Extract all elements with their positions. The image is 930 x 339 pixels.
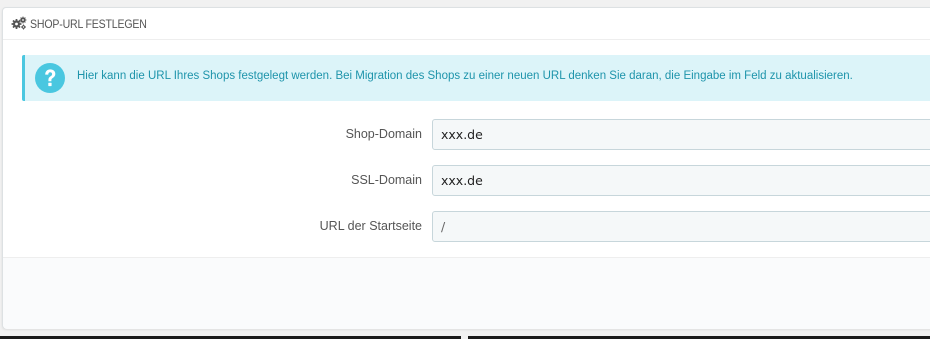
form-row-ssl-domain: SSL-Domain [3, 165, 930, 197]
gears-icon [11, 16, 27, 30]
form-row-shop-domain: Shop-Domain [3, 119, 930, 151]
ssl-domain-label: SSL-Domain [351, 173, 422, 187]
alert-message: Hier kann die URL Ihres Shops festgelegt… [77, 70, 853, 82]
question-circle-icon [35, 63, 65, 93]
panel-footer [3, 257, 930, 329]
info-alert: Hier kann die URL Ihres Shops festgelegt… [22, 55, 930, 101]
form-row-base-uri: URL der Startseite [3, 211, 930, 243]
shop-domain-input[interactable] [432, 119, 930, 150]
ssl-domain-input[interactable] [432, 165, 930, 196]
shop-domain-label: Shop-Domain [345, 127, 422, 141]
panel-heading: SHOP-URL FESTLEGEN [3, 8, 930, 40]
shop-url-panel: SHOP-URL FESTLEGEN Hier kann die URL Ihr… [2, 7, 930, 329]
base-uri-input[interactable] [432, 211, 930, 242]
panel-title: SHOP-URL FESTLEGEN [30, 17, 147, 31]
base-uri-label: URL der Startseite [319, 219, 422, 233]
